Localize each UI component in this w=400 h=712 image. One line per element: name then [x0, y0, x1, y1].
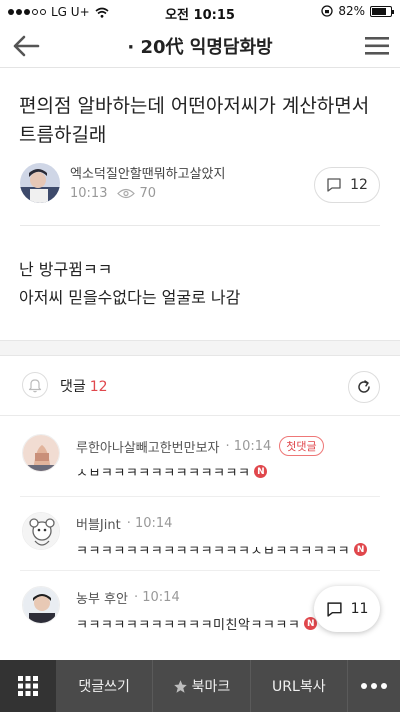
comment-time: · 10:14 [225, 438, 272, 454]
post-title: 편의점 알바하는데 어떤아저씨가 계산하면서 트름하길래 [19, 95, 370, 146]
star-icon [173, 679, 187, 693]
view-count: 70 [117, 186, 156, 201]
comment-item[interactable]: 루한아나살빼고한번만보자 · 10:14 첫댓글 ㅅㅂㅋㅋㅋㅋㅋㅋㅋㅋㅋㅋㅋㅋ … [0, 432, 400, 504]
comments-title: 댓글 12 [60, 376, 108, 396]
comment-author[interactable]: 버블Jint [76, 514, 121, 533]
comments-label: 댓글 [60, 379, 86, 395]
comment-meta: 루한아나살빼고한번만보자 · 10:14 첫댓글 [76, 436, 324, 456]
refresh-comments-button[interactable] [348, 371, 380, 403]
section-separator [0, 340, 400, 356]
bookmark-button[interactable]: 북마크 [153, 660, 251, 712]
notification-bell-button[interactable] [22, 372, 48, 398]
comment-avatar[interactable] [22, 434, 60, 472]
refresh-icon [358, 380, 370, 393]
grid-menu-button[interactable] [0, 660, 56, 712]
post-comment-count-button[interactable]: 12 [314, 167, 380, 203]
comment-avatar[interactable] [22, 586, 60, 624]
comments-header: 댓글 12 [0, 356, 400, 416]
comment-text: ㅋㅋㅋㅋㅋㅋㅋㅋㅋㅋㅋ미친악ㅋㅋㅋㅋ N [76, 614, 318, 633]
new-badge: N [254, 465, 268, 478]
view-count-value: 70 [139, 186, 157, 201]
comment-bubble-icon [326, 601, 342, 617]
more-dot-icon [370, 683, 377, 689]
floating-comment-count: 11 [350, 601, 369, 617]
comment-bubble-icon [327, 178, 341, 192]
post-body-line: 난 방구뀜ㅋㅋ [19, 260, 113, 279]
post-divider [20, 225, 380, 226]
bottom-toolbar: 댓글쓰기 북마크 URL복사 [0, 660, 400, 712]
comment-text: ㅅㅂㅋㅋㅋㅋㅋㅋㅋㅋㅋㅋㅋㅋ N [76, 462, 268, 481]
battery-percent: 82% [338, 4, 365, 18]
post-body: 난 방구뀜ㅋㅋ 아저씨 믿을수없다는 얼굴로 나감 [19, 256, 240, 312]
post-time: 10:13 [70, 186, 108, 201]
battery-icon [370, 5, 394, 17]
url-copy-button[interactable]: URL복사 [251, 660, 348, 712]
comment-text: ㅋㅋㅋㅋㅋㅋㅋㅋㅋㅋㅋㅋㅋㅋㅅㅂㅋㅋㅋㅋㅋㅋ N [76, 540, 368, 559]
back-arrow-icon[interactable] [10, 32, 42, 60]
comment-avatar[interactable] [22, 512, 60, 550]
comment-author[interactable]: 농부 후안 [76, 588, 128, 607]
grid-icon [18, 676, 38, 696]
top-nav: · 20代 익명담화방 [0, 24, 400, 68]
write-comment-label: 댓글쓰기 [78, 679, 130, 695]
bell-icon [28, 378, 42, 392]
post-meta: 10:13 70 [70, 186, 156, 201]
more-options-button[interactable] [348, 660, 400, 712]
comment-divider [20, 570, 380, 571]
floating-comment-button[interactable]: 11 [314, 586, 380, 632]
comment-time: · 10:14 [126, 516, 173, 531]
status-bar: LG U+ 오전 10:15 82% [0, 0, 400, 24]
eye-icon [117, 188, 136, 199]
comment-divider [20, 496, 380, 497]
url-copy-label: URL복사 [272, 679, 326, 695]
more-dot-icon [380, 683, 387, 689]
comment-meta: 버블Jint · 10:14 [76, 514, 172, 533]
board-title: · 20代 익명담화방 [127, 37, 273, 58]
comment-time: · 10:14 [133, 590, 180, 605]
bookmark-label: 북마크 [191, 679, 231, 695]
first-comment-badge: 첫댓글 [279, 436, 324, 456]
more-dot-icon [360, 683, 367, 689]
comment-meta: 농부 후안 · 10:14 [76, 588, 180, 607]
comments-count: 12 [89, 379, 108, 395]
hamburger-menu-icon[interactable] [364, 34, 390, 58]
post-body-line: 아저씨 믿을수없다는 얼굴로 나감 [19, 288, 241, 307]
author-avatar[interactable] [20, 163, 60, 203]
comment-item[interactable]: 버블Jint · 10:14 ㅋㅋㅋㅋㅋㅋㅋㅋㅋㅋㅋㅋㅋㅋㅅㅂㅋㅋㅋㅋㅋㅋ N [0, 510, 400, 582]
post-comment-count: 12 [350, 177, 368, 193]
battery-area: 82% [321, 4, 394, 18]
comment-author[interactable]: 루한아나살빼고한번만보자 [76, 437, 220, 456]
new-badge: N [354, 543, 368, 556]
write-comment-button[interactable]: 댓글쓰기 [56, 660, 154, 712]
rotation-lock-icon [321, 5, 333, 17]
author-name[interactable]: 엑소덕질안할땐뭐하고살았지 [70, 163, 225, 182]
